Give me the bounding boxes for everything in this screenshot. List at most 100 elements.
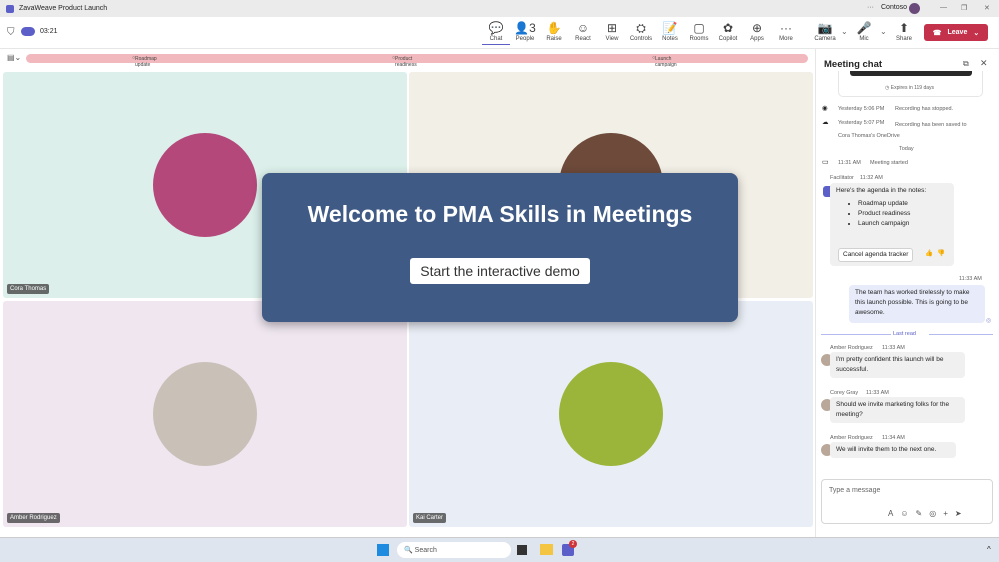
send-icon[interactable]: ➤ bbox=[955, 509, 969, 518]
message-placeholder: Type a message bbox=[829, 487, 881, 494]
video-tile[interactable]: Amber Rodriguez bbox=[3, 301, 407, 527]
agenda-toggle-button[interactable]: ▤⌄ bbox=[7, 53, 21, 62]
windows-start-icon[interactable] bbox=[377, 544, 389, 556]
toolbar-react-button[interactable]: ☺ React bbox=[569, 21, 597, 42]
welcome-title: Welcome to PMA Skills in Meetings bbox=[307, 201, 693, 227]
toolbar-more-button[interactable]: ··· More bbox=[772, 21, 800, 42]
tray-chevron-icon[interactable]: ^ bbox=[987, 545, 991, 554]
copilot-icon: ✿ bbox=[722, 21, 734, 35]
toolbar-rooms-button[interactable]: ▢ Rooms bbox=[685, 21, 713, 42]
agenda-list-item: Roadmap update bbox=[858, 199, 948, 209]
meeting-timer: 03:21 bbox=[40, 28, 58, 35]
share-icon: ⬆ bbox=[898, 21, 910, 35]
task-view-icon[interactable] bbox=[517, 545, 527, 555]
popout-icon[interactable]: ⧉ bbox=[963, 59, 969, 69]
toolbar-notes-button[interactable]: 📝 Notes bbox=[656, 21, 684, 42]
recording-card[interactable]: ◷ Expires in 119 days bbox=[838, 71, 983, 97]
emoji-icon[interactable]: ☺ bbox=[900, 509, 915, 518]
leave-button[interactable]: ☎ Leave ⌄ bbox=[924, 24, 988, 41]
event-text: Recording has stopped. bbox=[895, 106, 954, 112]
close-button[interactable]: ✕ bbox=[984, 4, 990, 12]
video-tile[interactable]: Kai Carter bbox=[409, 301, 813, 527]
agenda-list-item: Launch campaign bbox=[858, 219, 948, 229]
event-time: 11:31 AM bbox=[838, 160, 861, 166]
thumbs-down-icon[interactable]: 👎 bbox=[937, 249, 945, 259]
chat-message[interactable]: Should we invite marketing folks for the… bbox=[830, 397, 965, 423]
toolbar-label: Rooms bbox=[689, 36, 709, 42]
chevron-down-icon[interactable]: ⌄ bbox=[973, 29, 979, 37]
welcome-dialog: Welcome to PMA Skills in Meetings Start … bbox=[262, 173, 738, 322]
more-options-button[interactable]: ··· bbox=[867, 4, 874, 11]
phone-hangup-icon: ☎ bbox=[932, 29, 942, 37]
rooms-icon: ▢ bbox=[693, 21, 705, 35]
copilot-compose-icon[interactable]: ✎ bbox=[916, 509, 930, 518]
toolbar-label: Apps bbox=[750, 36, 764, 42]
agenda-item-1[interactable]: ○ Roadmap update bbox=[132, 55, 157, 68]
toolbar-raise-button[interactable]: ✋ Raise bbox=[540, 21, 568, 42]
thumbs-up-icon[interactable]: 👍 bbox=[925, 249, 933, 259]
toolbar-mic-button[interactable]: 🎤 Mic bbox=[850, 21, 878, 42]
toolbar-label: More bbox=[779, 36, 793, 42]
plus-icon[interactable]: + bbox=[943, 509, 955, 518]
teams-logo-icon bbox=[6, 4, 14, 13]
taskbar: 🔍 Search 2 ^ bbox=[0, 537, 999, 562]
start-demo-button[interactable]: Start the interactive demo bbox=[410, 258, 590, 284]
video-icon: ▭ bbox=[822, 159, 829, 166]
chat-message[interactable]: I'm pretty confident this launch will be… bbox=[830, 352, 965, 378]
message-time: 11:32 AM bbox=[860, 175, 883, 181]
message-text: The team has worked tirelessly to make t… bbox=[855, 289, 970, 316]
maximize-button[interactable]: ❐ bbox=[961, 4, 967, 12]
participant-avatar bbox=[153, 362, 257, 466]
message-text: Here's the agenda in the notes: bbox=[836, 187, 927, 194]
message-time: 11:34 AM bbox=[882, 435, 905, 441]
toolbar-people-button[interactable]: 👤3 People bbox=[511, 21, 539, 42]
record-stop-icon: ◉ bbox=[822, 105, 828, 112]
chat-message[interactable]: We will invite them to the next one. bbox=[830, 442, 956, 458]
loop-icon[interactable]: ◎ bbox=[929, 509, 943, 518]
facilitator-message: Here's the agenda in the notes: Roadmap … bbox=[830, 183, 954, 266]
user-avatar[interactable] bbox=[909, 3, 920, 14]
cancel-agenda-tracker-button[interactable]: Cancel agenda tracker bbox=[838, 248, 914, 262]
event-text: Recording has been saved to Cora Thomas'… bbox=[838, 122, 967, 139]
toolbar-chat-button[interactable]: 💬 Chat bbox=[482, 21, 510, 45]
toolbar-controls-button[interactable]: ⛭ Controls bbox=[627, 21, 655, 42]
event-text: Meeting started bbox=[870, 160, 908, 166]
shield-icon: ⛉ bbox=[7, 27, 15, 38]
toolbar-label: Controls bbox=[629, 36, 653, 42]
sender-name: Amber Rodriguez bbox=[830, 435, 873, 441]
mic-icon: 🎤 bbox=[856, 21, 872, 35]
search-label: Search bbox=[414, 547, 437, 554]
recording-indicator-icon bbox=[21, 27, 35, 36]
chat-panel: Meeting chat ⧉ ✕ ◷ Expires in 119 days ◉… bbox=[815, 49, 999, 537]
toolbar-label: React bbox=[575, 36, 591, 42]
close-chat-icon[interactable]: ✕ bbox=[980, 58, 988, 69]
hand-icon: ✋ bbox=[546, 21, 562, 35]
date-divider: Today bbox=[899, 146, 914, 152]
agenda-item-2[interactable]: ○ Product readiness bbox=[392, 55, 417, 68]
expires-text: ◷ Expires in 119 days bbox=[885, 85, 935, 91]
agenda-item-3[interactable]: ○ Launch campaign bbox=[652, 55, 677, 68]
toolbar-label: Camera bbox=[814, 36, 836, 42]
smile-icon: ☺ bbox=[576, 21, 590, 35]
chevron-mic-icon[interactable]: ⌄ bbox=[880, 27, 887, 36]
toolbar-label: People bbox=[515, 36, 535, 42]
meeting-toolbar: ⛉ 03:21 💬 Chat 👤3 People ✋ Raise ☺ React ⊞ View ⛭ C… bbox=[0, 17, 999, 49]
expires-label: Expires in 119 days bbox=[890, 85, 935, 91]
toolbar-camera-button[interactable]: 📷 Camera bbox=[811, 21, 839, 42]
message-time: 11:33 AM bbox=[866, 390, 889, 396]
toolbar-label: Mic bbox=[859, 36, 869, 42]
toolbar-share-button[interactable]: ⬆ Share bbox=[890, 21, 918, 42]
toolbar-label: Copilot bbox=[718, 36, 738, 42]
format-icon[interactable]: A bbox=[888, 509, 900, 518]
participant-name: Amber Rodriguez bbox=[7, 513, 60, 523]
file-explorer-icon[interactable] bbox=[540, 544, 553, 555]
minimize-button[interactable]: — bbox=[940, 4, 947, 11]
taskbar-search[interactable]: 🔍 Search bbox=[397, 542, 511, 558]
divider bbox=[929, 334, 993, 335]
toolbar-view-button[interactable]: ⊞ View bbox=[598, 21, 626, 42]
toolbar-copilot-button[interactable]: ✿ Copilot bbox=[714, 21, 742, 42]
message-input[interactable]: Type a message A☺✎◎+➤ bbox=[821, 479, 993, 524]
people-icon: 👤3 bbox=[514, 21, 536, 35]
chevron-camera-icon[interactable]: ⌄ bbox=[841, 27, 848, 36]
toolbar-apps-button[interactable]: ⊕ Apps bbox=[743, 21, 771, 42]
